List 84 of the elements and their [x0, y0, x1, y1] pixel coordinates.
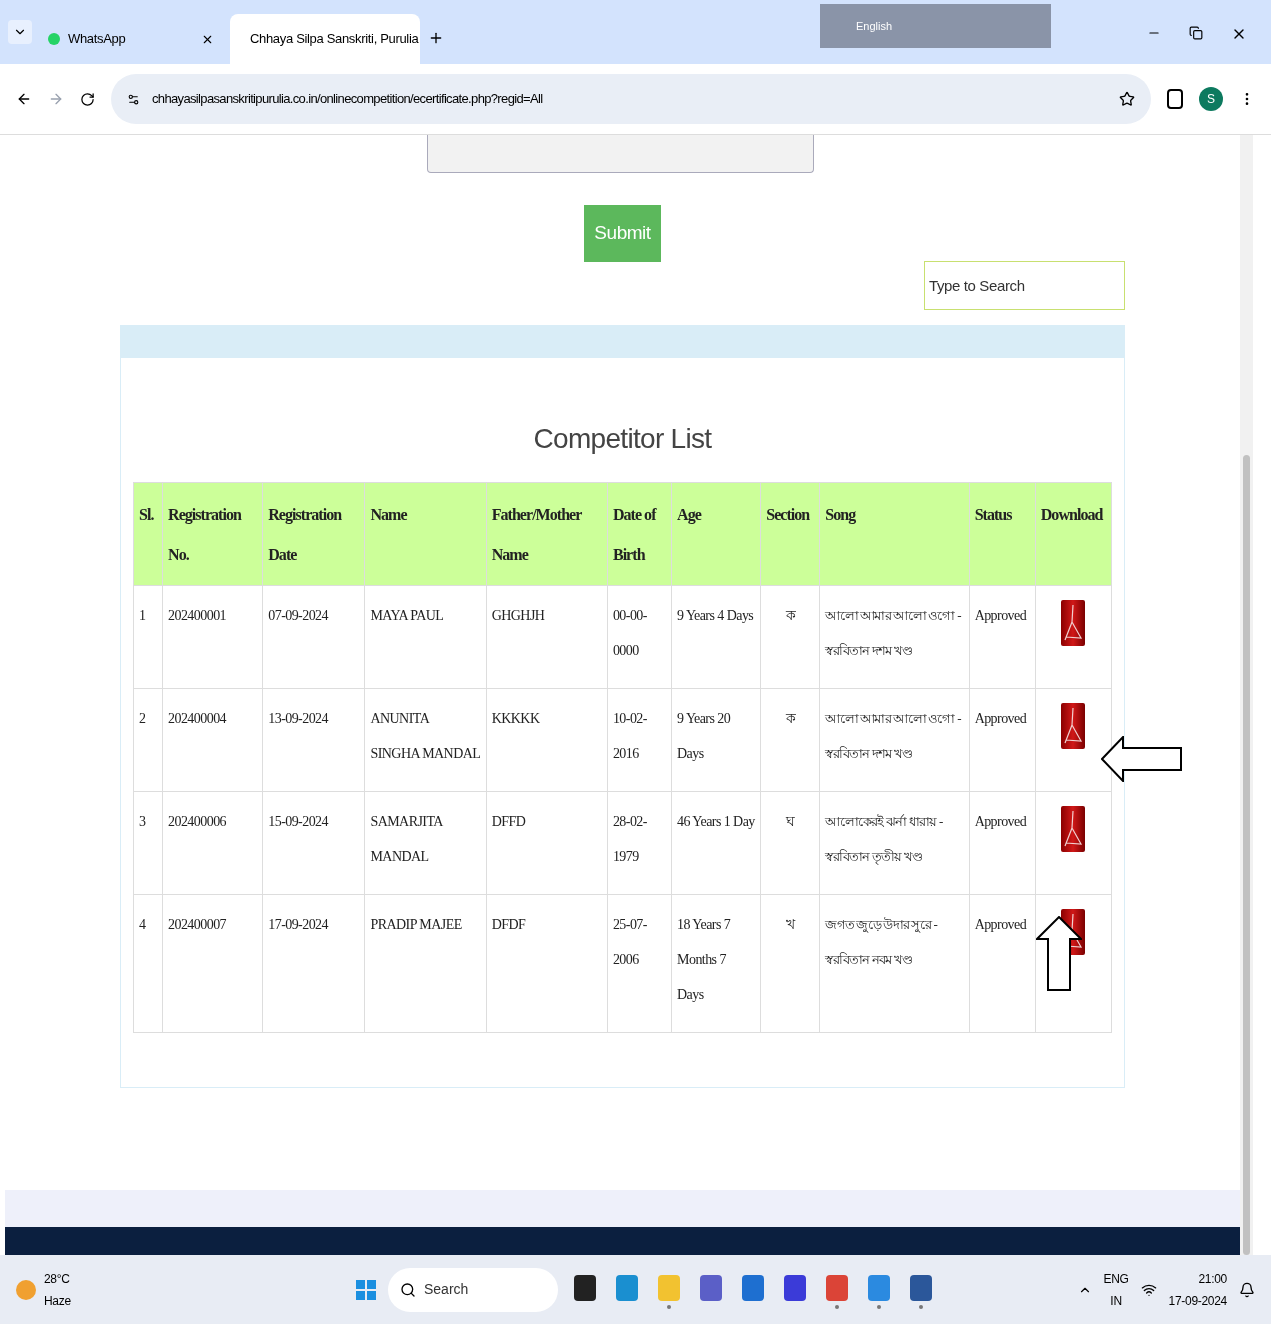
scrollbar[interactable]	[1240, 135, 1253, 1255]
table-cell: Approved	[969, 585, 1036, 689]
column-header: Sl.	[133, 482, 163, 586]
table-cell: 202400006	[162, 791, 263, 895]
column-header: Registration Date	[262, 482, 365, 586]
table-cell: 3	[133, 791, 163, 895]
table-cell: KKKKK	[486, 688, 608, 792]
clock-date[interactable]: 17-09-2024	[1168, 1289, 1227, 1312]
pdf-icon[interactable]	[1061, 703, 1086, 749]
list-title: Competitor List	[532, 422, 713, 456]
search-placeholder: Search	[424, 1280, 469, 1299]
url-text: chhayasilpasanskritipurulia.co.in/onlinecompetition/ecertificate.php?regid=All	[152, 90, 544, 109]
pdf-icon[interactable]	[1061, 600, 1086, 646]
new-tab-icon[interactable]	[428, 30, 444, 46]
table-cell: ক	[760, 688, 820, 792]
language-code[interactable]: ENG	[1103, 1267, 1129, 1290]
restore-icon[interactable]	[1189, 26, 1203, 40]
table-cell: 46 Years 1 Day	[671, 791, 761, 895]
column-header: Father/Mother Name	[486, 482, 608, 586]
taskbar-search[interactable]: Search	[388, 1267, 558, 1312]
table-cell: PRADIP MAJEE	[364, 894, 487, 1033]
back-icon[interactable]	[16, 91, 32, 107]
table-cell: Approved	[969, 688, 1036, 792]
temperature: 28°C	[44, 1270, 71, 1288]
table-cell: MAYA PAUL	[364, 585, 487, 689]
table-cell: GHGHJH	[486, 585, 608, 689]
table-cell: DFFD	[486, 791, 608, 895]
pdf-icon[interactable]	[1061, 806, 1086, 852]
table-cell: Approved	[969, 894, 1036, 1033]
site-info-icon	[127, 92, 140, 106]
column-header: Song	[819, 482, 970, 586]
table-cell: 28-02-1979	[607, 791, 672, 895]
star-icon[interactable]	[1119, 91, 1135, 107]
table-cell: 17-09-2024	[262, 894, 365, 1033]
table-cell: SAMARJITA MANDAL	[364, 791, 487, 895]
table-cell: 13-09-2024	[262, 688, 365, 792]
table-cell: 4	[133, 894, 163, 1033]
browser-tab[interactable]: WhatsApp	[36, 14, 226, 64]
weather-condition: Haze	[44, 1292, 71, 1310]
table-cell: 10-02-2016	[607, 688, 672, 792]
search-field[interactable]: Type to Search	[924, 261, 1125, 310]
address-bar[interactable]: chhayasilpasanskritipurulia.co.in/onlinecompetition/ecertificate.php?regid=All	[111, 74, 1151, 124]
site-icon	[48, 33, 60, 45]
toolbar-label: English	[856, 18, 893, 34]
table-cell: খ	[760, 894, 820, 1033]
table-cell: 1	[133, 585, 163, 689]
column-header: Age	[671, 482, 761, 586]
table-cell: ANUNITA SINGHA MANDAL	[364, 688, 487, 792]
search-icon	[400, 1281, 416, 1298]
region-code[interactable]: IN	[1110, 1289, 1122, 1312]
table-cell: 202400007	[162, 894, 263, 1033]
tab-title: WhatsApp	[68, 30, 127, 49]
profile-avatar[interactable]: S	[1199, 87, 1223, 111]
browser-tab[interactable]: Chhaya Silpa Sanskriti, Purulia	[230, 14, 420, 64]
table-cell: ক	[760, 585, 820, 689]
table-cell: 202400001	[162, 585, 263, 689]
reload-icon[interactable]	[80, 91, 95, 107]
table-cell: আলো আমার আলো ওগো - স্বরবিতান দশম খণ্ড	[819, 688, 970, 792]
column-header: Status	[969, 482, 1036, 586]
table-cell: জগত জুড়ে উদার সুরে - স্বরবিতান নবম খণ্ড	[819, 894, 970, 1033]
table-cell: 07-09-2024	[262, 585, 365, 689]
column-header: Registration No.	[162, 482, 263, 586]
table-cell: 202400004	[162, 688, 263, 792]
table-cell: আলোকেরই ঝর্না ধারায় - স্বরবিতান তৃতীয় খণ্ড	[819, 791, 970, 895]
clock-time[interactable]: 21:00	[1198, 1267, 1227, 1290]
table-cell: আলো আমার আলো ওগো - স্বরবিতান দশম খণ্ড	[819, 585, 970, 689]
tab-title: Chhaya Silpa Sanskriti, Purulia	[250, 30, 419, 49]
column-header: Name	[364, 482, 487, 586]
bell-icon[interactable]	[1239, 1281, 1255, 1298]
start-icon[interactable]	[356, 1279, 376, 1300]
table-cell: Approved	[969, 791, 1036, 895]
table-cell: 25-07-2006	[607, 894, 672, 1033]
table-cell: 18 Years 7 Months 7 Days	[671, 894, 761, 1033]
table-cell: 9 Years 4 Days	[671, 585, 761, 689]
column-header: Download	[1035, 482, 1112, 586]
column-header: Section	[760, 482, 820, 586]
table-cell: 15-09-2024	[262, 791, 365, 895]
table-cell: 2	[133, 688, 163, 792]
table-cell: 9 Years 20 Days	[671, 688, 761, 792]
table-cell: DFDF	[486, 894, 608, 1033]
tab-list-button[interactable]	[8, 20, 32, 44]
table-cell: ঘ	[760, 791, 820, 895]
column-header: Date of Birth	[607, 482, 672, 586]
table-cell: 00-00-0000	[607, 585, 672, 689]
